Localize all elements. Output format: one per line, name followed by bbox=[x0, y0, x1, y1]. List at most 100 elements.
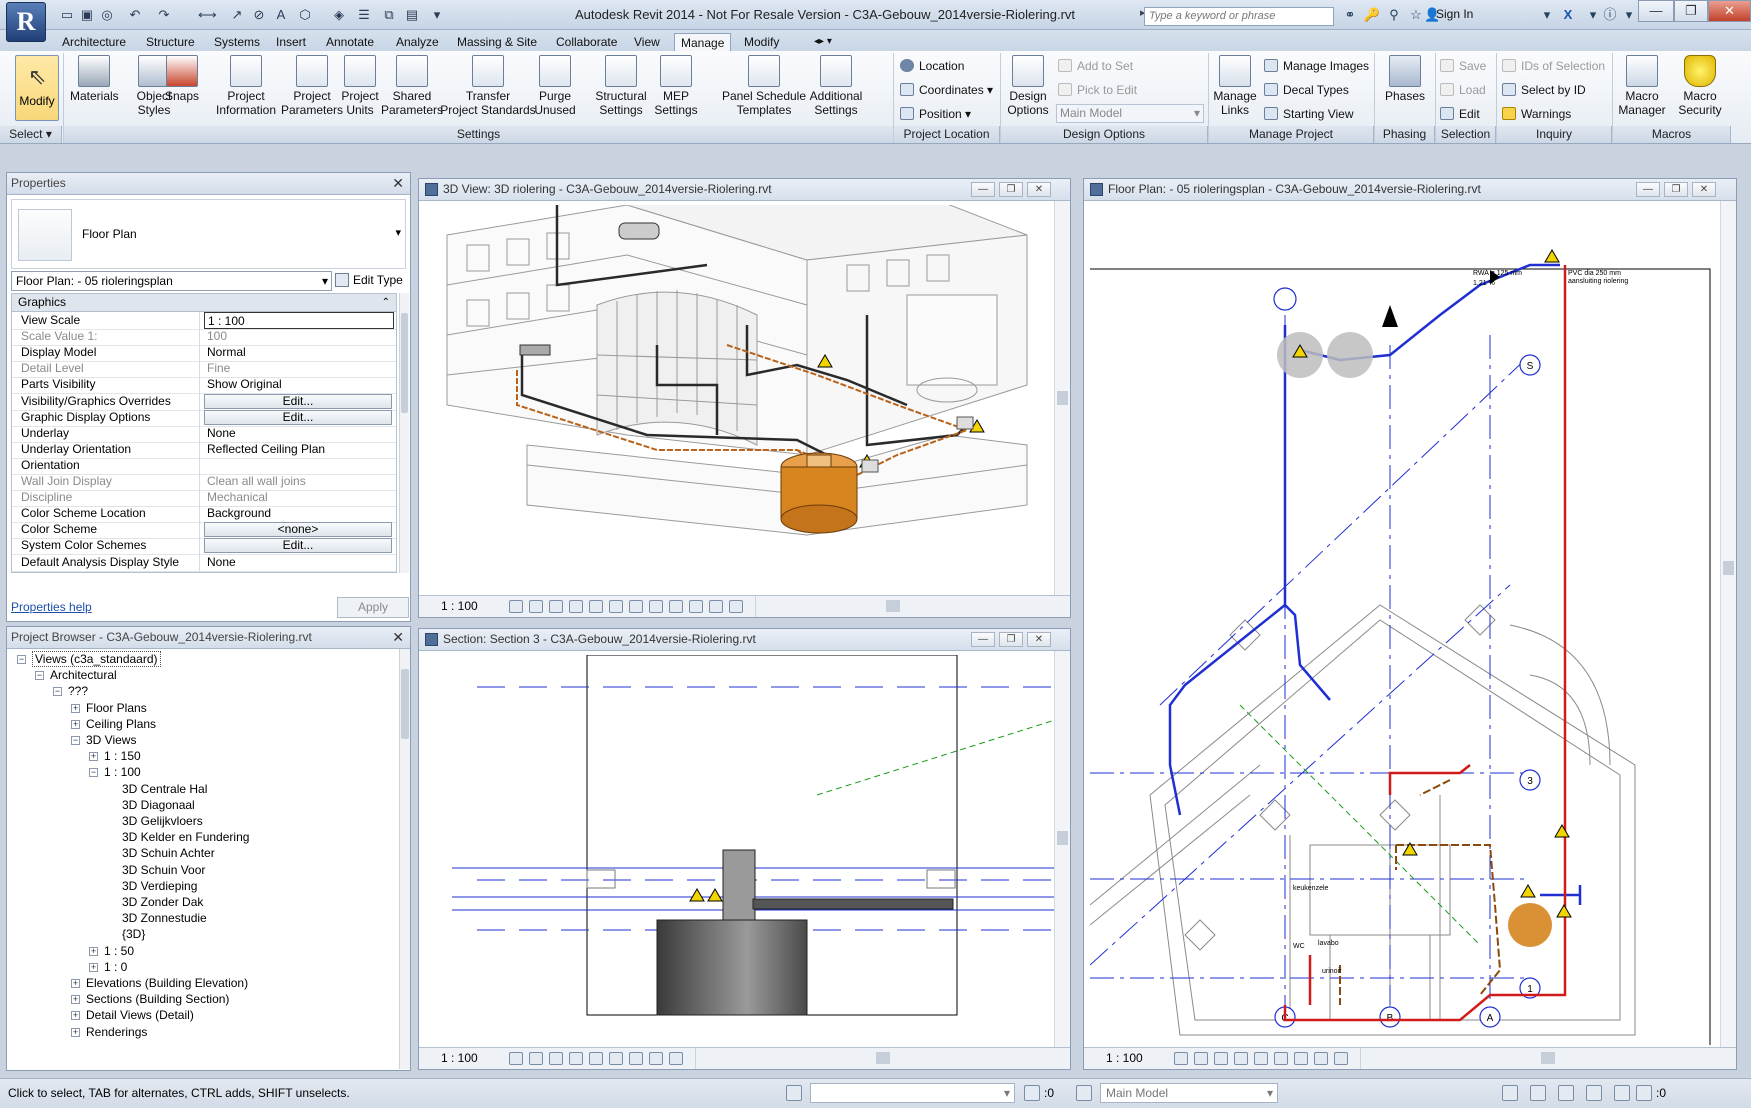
tree-leaf[interactable]: 3D Kelder en Fundering bbox=[107, 829, 249, 845]
save-selection-button[interactable]: Save bbox=[1440, 58, 1486, 74]
active-design-option-dropdown[interactable]: Main Model ▾ bbox=[1056, 104, 1204, 123]
property-default-analysis-display-style[interactable]: Default Analysis Display Style None bbox=[12, 553, 396, 572]
visual-style-icon[interactable] bbox=[529, 600, 543, 613]
communication-icon[interactable]: ⚲ bbox=[1384, 6, 1404, 24]
property-edit-button[interactable]: Edit... bbox=[204, 393, 392, 409]
tree-node[interactable]: + Elevations (Building Elevation) bbox=[71, 975, 248, 991]
tree-node[interactable]: +1 : 50 bbox=[89, 943, 134, 959]
plan-visual-style-icon[interactable] bbox=[1194, 1052, 1208, 1065]
view-3d-canvas[interactable] bbox=[427, 205, 1055, 585]
purge-unused-button[interactable]: Purge Unused bbox=[525, 55, 585, 117]
project-information-button[interactable]: Project Information bbox=[214, 55, 278, 117]
expand-icon[interactable]: + bbox=[71, 1011, 80, 1021]
plan-show-crop-icon[interactable] bbox=[1274, 1052, 1288, 1065]
expand-icon[interactable]: + bbox=[71, 719, 80, 729]
section-reveal-hidden-icon[interactable] bbox=[649, 1052, 663, 1065]
tag-icon[interactable]: ⊘ bbox=[250, 6, 268, 24]
view-3d-close-button[interactable]: ✕ bbox=[1027, 182, 1051, 197]
materials-button[interactable]: Materials bbox=[70, 55, 119, 103]
section-restore-button[interactable]: ❐ bbox=[999, 632, 1023, 647]
active-workset-dropdown[interactable]: ▾ bbox=[810, 1083, 1015, 1103]
coordinates-button[interactable]: Coordinates ▾ bbox=[900, 82, 993, 98]
properties-help-link[interactable]: Properties help bbox=[11, 600, 92, 614]
view-3d-restore-button[interactable]: ❐ bbox=[999, 182, 1023, 197]
help-menu-icon[interactable]: ▾ bbox=[1622, 6, 1636, 24]
tab-view[interactable]: View bbox=[628, 33, 666, 52]
position-button[interactable]: Position ▾ bbox=[900, 106, 971, 122]
property-value[interactable]: Normal bbox=[204, 344, 394, 361]
apply-button[interactable]: Apply bbox=[337, 597, 409, 618]
tab-insert[interactable]: Insert bbox=[270, 33, 312, 52]
application-menu-button[interactable]: R bbox=[6, 2, 46, 42]
qat-dropdown-icon[interactable]: ▾ bbox=[428, 6, 446, 24]
close-window-button[interactable]: ✕ bbox=[1708, 0, 1751, 22]
measure-icon[interactable]: ⟷ bbox=[198, 6, 217, 24]
collapse-group-icon[interactable]: ⌃ bbox=[382, 294, 390, 311]
macro-security-button[interactable]: Macro Security bbox=[1672, 55, 1728, 117]
edit-selection-button[interactable]: Edit bbox=[1440, 106, 1480, 122]
tree-node[interactable]: −??? bbox=[53, 683, 88, 699]
collapse-icon[interactable]: − bbox=[71, 736, 80, 745]
thin-lines-icon[interactable]: ☰ bbox=[355, 6, 373, 24]
detail-level-icon[interactable] bbox=[509, 600, 523, 613]
shadows-icon[interactable] bbox=[569, 600, 583, 613]
floor-plan-restore-button[interactable]: ❐ bbox=[1664, 182, 1688, 197]
add-to-set-button[interactable]: Add to Set bbox=[1058, 58, 1133, 74]
tree-leaf[interactable]: {3D} bbox=[107, 926, 145, 942]
help-icon[interactable]: ⓘ bbox=[1600, 6, 1620, 24]
expand-icon[interactable]: + bbox=[89, 946, 98, 956]
render-icon[interactable] bbox=[589, 600, 603, 613]
tree-node[interactable]: + Sections (Building Section) bbox=[71, 991, 229, 1007]
tree-node[interactable]: + Ceiling Plans bbox=[71, 716, 156, 732]
tab-modify[interactable]: Modify bbox=[738, 33, 785, 52]
property-edit-button[interactable]: Edit... bbox=[204, 409, 392, 425]
section-minimize-button[interactable]: — bbox=[971, 632, 995, 647]
plan-analysis-icon[interactable] bbox=[1334, 1052, 1348, 1065]
tree-leaf[interactable]: 3D Schuin Voor bbox=[107, 862, 205, 878]
macro-manager-button[interactable]: Macro Manager bbox=[1614, 55, 1670, 117]
lock-3d-icon[interactable] bbox=[649, 600, 663, 613]
section-sun-path-icon[interactable] bbox=[549, 1052, 563, 1065]
tab-structure[interactable]: Structure bbox=[140, 33, 201, 52]
property-value[interactable]: None bbox=[204, 554, 394, 571]
tab-annotate[interactable]: Annotate bbox=[320, 33, 380, 52]
reveal-hidden-icon[interactable] bbox=[689, 600, 703, 613]
section-close-button[interactable]: ✕ bbox=[1027, 632, 1051, 647]
plan-sun-path-icon[interactable] bbox=[1214, 1052, 1228, 1065]
tree-node[interactable]: + Renderings bbox=[71, 1024, 147, 1040]
section-analysis-icon[interactable] bbox=[669, 1052, 683, 1065]
drag-elements-icon[interactable] bbox=[1614, 1085, 1630, 1101]
expand-icon[interactable]: + bbox=[71, 979, 80, 988]
expand-icon[interactable]: + bbox=[71, 995, 80, 1005]
plan-temporary-hide-icon[interactable] bbox=[1294, 1052, 1308, 1065]
favorites-star-icon[interactable]: ☆ bbox=[1406, 6, 1426, 24]
analysis-display-icon[interactable] bbox=[709, 600, 723, 613]
ribbon-minimize-icon[interactable]: ◂▸ ▾ bbox=[808, 33, 838, 52]
expand-icon[interactable]: + bbox=[71, 1027, 80, 1037]
floor-plan-hscroll[interactable] bbox=[1360, 1048, 1720, 1069]
floor-plan-canvas[interactable]: S 3 1 C B A RWA ø 125 mm 1,21 % PVC dia … bbox=[1090, 205, 1720, 1045]
instance-filter-dropdown[interactable]: Floor Plan: - 05 rioleringsplan ▾ bbox=[11, 271, 332, 291]
open-icon[interactable]: ▭ bbox=[58, 6, 76, 24]
edit-type-button[interactable]: Edit Type bbox=[335, 270, 403, 290]
property-value[interactable]: None bbox=[204, 425, 394, 442]
highlight-displacement-icon[interactable] bbox=[729, 600, 743, 613]
subscription-icon[interactable]: 🔑 bbox=[1362, 6, 1382, 24]
ids-of-selection-button[interactable]: IDs of Selection bbox=[1502, 58, 1605, 74]
properties-scrollbar[interactable] bbox=[399, 293, 409, 573]
type-selector[interactable]: Floor Plan ▾ bbox=[11, 199, 406, 269]
select-by-face-icon[interactable] bbox=[1586, 1085, 1602, 1101]
tab-architecture[interactable]: Architecture bbox=[56, 33, 132, 52]
close-hidden-icon[interactable]: ⧉ bbox=[380, 6, 398, 24]
tree-node[interactable]: +1 : 150 bbox=[89, 748, 141, 764]
plan-reveal-hidden-icon[interactable] bbox=[1314, 1052, 1328, 1065]
sun-path-icon[interactable] bbox=[549, 600, 563, 613]
manage-images-button[interactable]: Manage Images bbox=[1264, 58, 1369, 74]
project-units-button[interactable]: Project Units bbox=[338, 55, 382, 117]
temporary-hide-icon[interactable] bbox=[669, 600, 683, 613]
close-browser-icon[interactable]: ✕ bbox=[392, 627, 404, 647]
property-value[interactable]: Background bbox=[204, 505, 394, 522]
3d-view-icon[interactable]: ⬡ bbox=[296, 6, 314, 24]
group-graphics[interactable]: Graphics ⌃ bbox=[12, 294, 396, 312]
minimize-window-button[interactable]: — bbox=[1638, 0, 1674, 22]
